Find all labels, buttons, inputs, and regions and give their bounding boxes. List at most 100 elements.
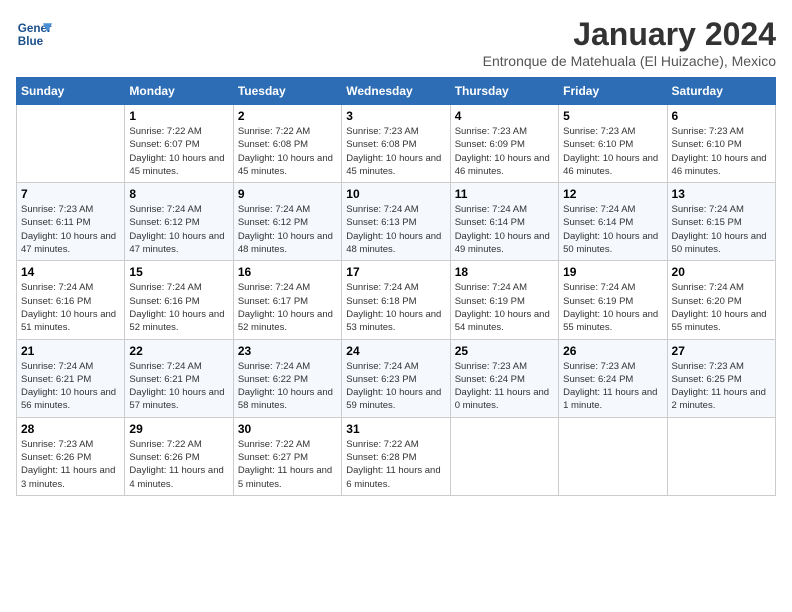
calendar-day-cell: 28Sunrise: 7:23 AM Sunset: 6:26 PM Dayli… <box>17 417 125 495</box>
day-info: Sunrise: 7:24 AM Sunset: 6:12 PM Dayligh… <box>129 203 228 256</box>
day-number: 25 <box>455 344 554 358</box>
calendar-day-cell <box>17 105 125 183</box>
day-number: 18 <box>455 265 554 279</box>
day-number: 20 <box>672 265 771 279</box>
day-info: Sunrise: 7:23 AM Sunset: 6:26 PM Dayligh… <box>21 438 120 491</box>
calendar-day-cell: 24 Sunrise: 7:24 AM Sunset: 6:23 PM Dayli… <box>342 339 450 417</box>
calendar-day-cell: 9 Sunrise: 7:24 AM Sunset: 6:12 PM Daylig… <box>233 183 341 261</box>
weekday-header-cell: Tuesday <box>233 78 341 105</box>
day-number: 16 <box>238 265 337 279</box>
day-info: Sunrise: 7:24 AM Sunset: 6:14 PM Dayligh… <box>455 203 554 256</box>
calendar-day-cell: 30Sunrise: 7:22 AM Sunset: 6:27 PM Dayli… <box>233 417 341 495</box>
calendar-day-cell: 21 Sunrise: 7:24 AM Sunset: 6:21 PM Dayli… <box>17 339 125 417</box>
calendar-body: 1 Sunrise: 7:22 AM Sunset: 6:07 PM Daylig… <box>17 105 776 496</box>
weekday-header-cell: Wednesday <box>342 78 450 105</box>
calendar-week-row: 1 Sunrise: 7:22 AM Sunset: 6:07 PM Daylig… <box>17 105 776 183</box>
calendar-day-cell: 19 Sunrise: 7:24 AM Sunset: 6:19 PM Dayli… <box>559 261 667 339</box>
weekday-header-cell: Saturday <box>667 78 775 105</box>
calendar-day-cell: 12 Sunrise: 7:24 AM Sunset: 6:14 PM Dayli… <box>559 183 667 261</box>
day-info: Sunrise: 7:23 AM Sunset: 6:08 PM Dayligh… <box>346 125 445 178</box>
calendar-day-cell <box>667 417 775 495</box>
weekday-header-cell: Sunday <box>17 78 125 105</box>
calendar-day-cell: 23 Sunrise: 7:24 AM Sunset: 6:22 PM Dayli… <box>233 339 341 417</box>
weekday-header-row: SundayMondayTuesdayWednesdayThursdayFrid… <box>17 78 776 105</box>
calendar-day-cell: 18 Sunrise: 7:24 AM Sunset: 6:19 PM Dayli… <box>450 261 558 339</box>
day-info: Sunrise: 7:24 AM Sunset: 6:19 PM Dayligh… <box>455 281 554 334</box>
day-info: Sunrise: 7:24 AM Sunset: 6:16 PM Dayligh… <box>21 281 120 334</box>
day-info: Sunrise: 7:22 AM Sunset: 6:07 PM Dayligh… <box>129 125 228 178</box>
title-area: January 2024 Entronque de Matehuala (El … <box>483 16 776 69</box>
day-number: 10 <box>346 187 445 201</box>
day-number: 24 <box>346 344 445 358</box>
day-info: Sunrise: 7:23 AM Sunset: 6:10 PM Dayligh… <box>563 125 662 178</box>
day-number: 13 <box>672 187 771 201</box>
calendar-day-cell: 6 Sunrise: 7:23 AM Sunset: 6:10 PM Daylig… <box>667 105 775 183</box>
day-number: 8 <box>129 187 228 201</box>
calendar-day-cell: 8 Sunrise: 7:24 AM Sunset: 6:12 PM Daylig… <box>125 183 233 261</box>
day-info: Sunrise: 7:24 AM Sunset: 6:17 PM Dayligh… <box>238 281 337 334</box>
day-number: 14 <box>21 265 120 279</box>
calendar-day-cell: 4 Sunrise: 7:23 AM Sunset: 6:09 PM Daylig… <box>450 105 558 183</box>
day-number: 26 <box>563 344 662 358</box>
day-number: 4 <box>455 109 554 123</box>
calendar-day-cell: 31Sunrise: 7:22 AM Sunset: 6:28 PM Dayli… <box>342 417 450 495</box>
day-info: Sunrise: 7:24 AM Sunset: 6:21 PM Dayligh… <box>129 360 228 413</box>
day-number: 27 <box>672 344 771 358</box>
day-number: 22 <box>129 344 228 358</box>
day-number: 3 <box>346 109 445 123</box>
calendar-day-cell <box>450 417 558 495</box>
calendar-day-cell: 11 Sunrise: 7:24 AM Sunset: 6:14 PM Dayli… <box>450 183 558 261</box>
weekday-header-cell: Friday <box>559 78 667 105</box>
day-number: 9 <box>238 187 337 201</box>
day-info: Sunrise: 7:24 AM Sunset: 6:14 PM Dayligh… <box>563 203 662 256</box>
calendar-day-cell: 20 Sunrise: 7:24 AM Sunset: 6:20 PM Dayli… <box>667 261 775 339</box>
day-info: Sunrise: 7:23 AM Sunset: 6:24 PM Dayligh… <box>563 360 662 413</box>
day-info: Sunrise: 7:23 AM Sunset: 6:09 PM Dayligh… <box>455 125 554 178</box>
day-info: Sunrise: 7:24 AM Sunset: 6:20 PM Dayligh… <box>672 281 771 334</box>
page-header: General Blue January 2024 Entronque de M… <box>16 16 776 69</box>
day-number: 19 <box>563 265 662 279</box>
calendar-day-cell: 1 Sunrise: 7:22 AM Sunset: 6:07 PM Daylig… <box>125 105 233 183</box>
calendar-week-row: 28Sunrise: 7:23 AM Sunset: 6:26 PM Dayli… <box>17 417 776 495</box>
day-info: Sunrise: 7:24 AM Sunset: 6:21 PM Dayligh… <box>21 360 120 413</box>
location-subtitle: Entronque de Matehuala (El Huizache), Me… <box>483 53 776 69</box>
calendar-week-row: 14 Sunrise: 7:24 AM Sunset: 6:16 PM Dayli… <box>17 261 776 339</box>
day-info: Sunrise: 7:23 AM Sunset: 6:11 PM Dayligh… <box>21 203 120 256</box>
weekday-header-cell: Monday <box>125 78 233 105</box>
calendar-day-cell: 3 Sunrise: 7:23 AM Sunset: 6:08 PM Daylig… <box>342 105 450 183</box>
day-number: 31 <box>346 422 445 436</box>
day-info: Sunrise: 7:23 AM Sunset: 6:10 PM Dayligh… <box>672 125 771 178</box>
day-info: Sunrise: 7:24 AM Sunset: 6:23 PM Dayligh… <box>346 360 445 413</box>
calendar-day-cell: 5 Sunrise: 7:23 AM Sunset: 6:10 PM Daylig… <box>559 105 667 183</box>
day-number: 7 <box>21 187 120 201</box>
day-number: 5 <box>563 109 662 123</box>
day-number: 12 <box>563 187 662 201</box>
calendar-day-cell: 10 Sunrise: 7:24 AM Sunset: 6:13 PM Dayli… <box>342 183 450 261</box>
calendar-day-cell: 25 Sunrise: 7:23 AM Sunset: 6:24 PM Dayli… <box>450 339 558 417</box>
logo: General Blue <box>16 16 52 52</box>
day-info: Sunrise: 7:24 AM Sunset: 6:18 PM Dayligh… <box>346 281 445 334</box>
calendar-day-cell: 2 Sunrise: 7:22 AM Sunset: 6:08 PM Daylig… <box>233 105 341 183</box>
day-info: Sunrise: 7:23 AM Sunset: 6:24 PM Dayligh… <box>455 360 554 413</box>
day-number: 6 <box>672 109 771 123</box>
day-info: Sunrise: 7:24 AM Sunset: 6:16 PM Dayligh… <box>129 281 228 334</box>
day-info: Sunrise: 7:24 AM Sunset: 6:19 PM Dayligh… <box>563 281 662 334</box>
day-number: 29 <box>129 422 228 436</box>
day-info: Sunrise: 7:23 AM Sunset: 6:25 PM Dayligh… <box>672 360 771 413</box>
day-info: Sunrise: 7:24 AM Sunset: 6:15 PM Dayligh… <box>672 203 771 256</box>
day-info: Sunrise: 7:22 AM Sunset: 6:26 PM Dayligh… <box>129 438 228 491</box>
calendar-day-cell: 16 Sunrise: 7:24 AM Sunset: 6:17 PM Dayli… <box>233 261 341 339</box>
svg-text:Blue: Blue <box>18 35 44 48</box>
day-info: Sunrise: 7:24 AM Sunset: 6:22 PM Dayligh… <box>238 360 337 413</box>
day-number: 11 <box>455 187 554 201</box>
day-info: Sunrise: 7:22 AM Sunset: 6:08 PM Dayligh… <box>238 125 337 178</box>
day-number: 2 <box>238 109 337 123</box>
day-number: 15 <box>129 265 228 279</box>
day-info: Sunrise: 7:24 AM Sunset: 6:13 PM Dayligh… <box>346 203 445 256</box>
logo-icon: General Blue <box>16 16 52 52</box>
day-info: Sunrise: 7:24 AM Sunset: 6:12 PM Dayligh… <box>238 203 337 256</box>
calendar-day-cell: 13 Sunrise: 7:24 AM Sunset: 6:15 PM Dayli… <box>667 183 775 261</box>
day-number: 23 <box>238 344 337 358</box>
day-number: 1 <box>129 109 228 123</box>
day-number: 21 <box>21 344 120 358</box>
